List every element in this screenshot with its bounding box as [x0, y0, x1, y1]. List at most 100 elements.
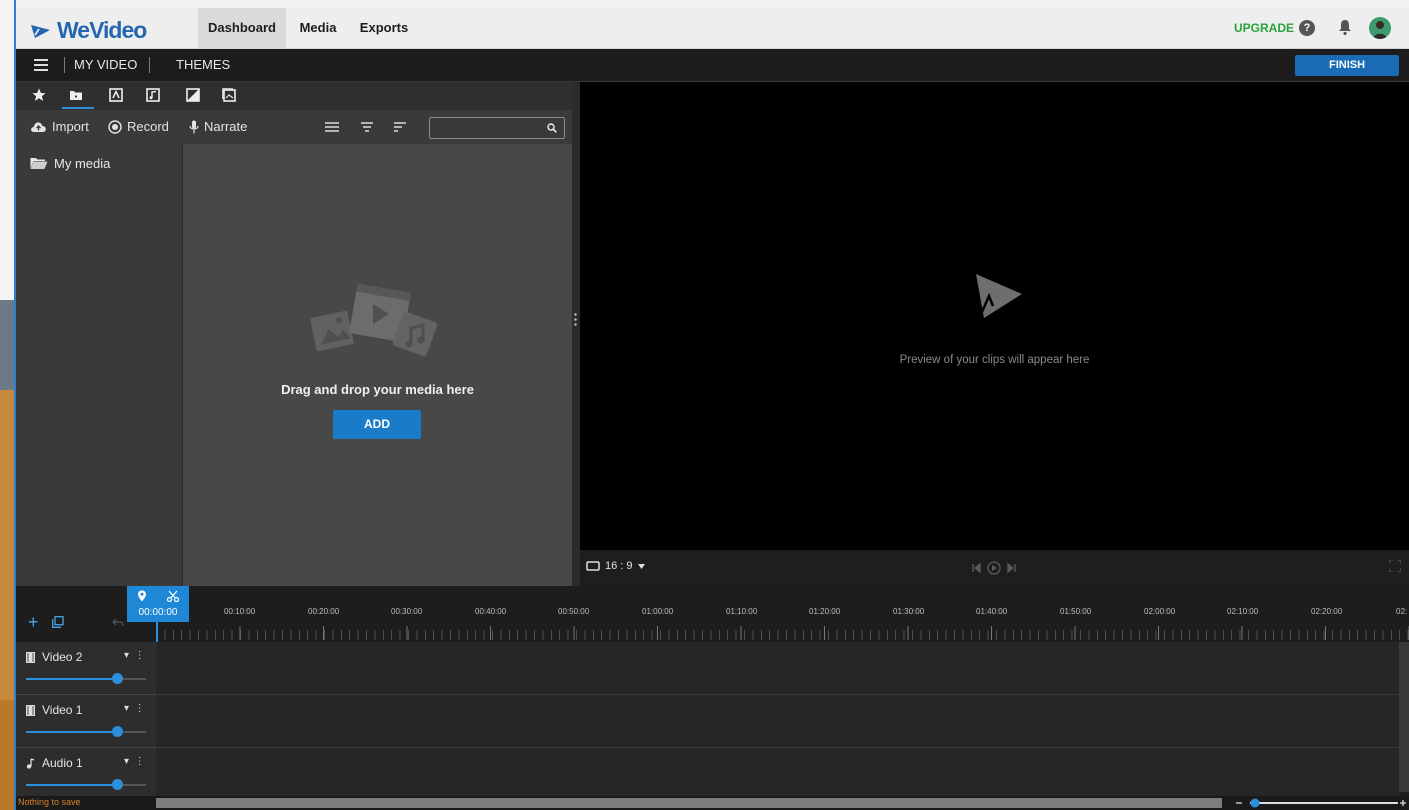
divider [149, 57, 150, 73]
ruler-tick-label: 00:30:00 [391, 607, 423, 616]
ruler-tick-label: 01:50:00 [1060, 607, 1092, 616]
drop-instructions: Drag and drop your media here [281, 382, 474, 397]
track-menu[interactable]: ▾ ⋮ [124, 650, 145, 661]
playhead-time: 00:00:00 [138, 607, 178, 618]
themes-tab[interactable]: THEMES [176, 49, 230, 81]
undo-icon[interactable] [112, 618, 124, 628]
track-label: Audio 1 [42, 756, 83, 770]
track-header-video-1: Video 1 ▾ ⋮ [16, 695, 156, 748]
ruler-tick-label: 00:10:00 [224, 607, 256, 616]
user-avatar[interactable] [1369, 17, 1391, 39]
track-header-video-2: Video 2 ▾ ⋮ [16, 642, 156, 695]
ruler-tick-label: 02:20:00 [1311, 607, 1343, 616]
ruler-tick-label: 02: [1396, 607, 1408, 616]
import-button[interactable]: Import [30, 110, 89, 144]
timeline-vertical-scrollbar[interactable] [1399, 642, 1409, 792]
media-category-tabs [16, 82, 572, 110]
timeline-horizontal-scrollbar[interactable] [156, 798, 1222, 808]
ruler-tick-label: 00:20:00 [308, 607, 340, 616]
my-video-title[interactable]: MY VIDEO [74, 49, 137, 81]
wevideo-editor: WeVideo Dashboard Media Exports UPGRADE … [16, 8, 1409, 810]
ruler-tick-label: 01:30:00 [893, 607, 925, 616]
music-icon[interactable] [146, 88, 160, 102]
text-icon[interactable] [109, 88, 123, 102]
transport-controls [972, 561, 1022, 578]
track-menu[interactable]: ▾ ⋮ [124, 703, 145, 714]
my-media-folder-icon[interactable] [69, 88, 83, 102]
transitions-icon[interactable] [186, 88, 200, 102]
tab-dashboard[interactable]: Dashboard [198, 8, 286, 48]
aspect-ratio-icon [586, 561, 600, 571]
list-view-icon[interactable] [325, 121, 339, 133]
playhead-marker[interactable]: 00:00:00 [127, 586, 189, 622]
divider [64, 57, 65, 73]
ruler-tick-label: 01:40:00 [976, 607, 1008, 616]
track-volume-slider[interactable] [26, 779, 146, 790]
search-icon [547, 123, 557, 133]
narrate-button[interactable]: Narrate [189, 110, 247, 144]
media-illustration-icon [311, 283, 438, 357]
help-icon[interactable]: ? [1299, 20, 1315, 36]
tab-exports[interactable]: Exports [350, 8, 418, 48]
pin-icon[interactable] [137, 590, 147, 602]
record-label: Record [127, 119, 169, 134]
ruler-tick-label: 01:10:00 [726, 607, 758, 616]
media-toolbar: Import Record Narrate [16, 110, 572, 144]
track-header-audio-1: Audio 1 ▾ ⋮ [16, 748, 156, 801]
duplicate-icon[interactable] [52, 616, 64, 628]
tab-media[interactable]: Media [286, 8, 350, 48]
notification-bell-icon[interactable] [1337, 18, 1353, 36]
music-note-icon [26, 757, 35, 769]
chevron-down-icon [637, 563, 645, 569]
time-ruler[interactable]: 00:10:00 00:20:00 00:30:00 00:40:00 00:5… [156, 586, 1409, 642]
ruler-tick-label: 00:40:00 [475, 607, 507, 616]
upgrade-link[interactable]: UPGRADE [1234, 8, 1294, 48]
top-navigation: WeVideo Dashboard Media Exports UPGRADE … [16, 8, 1409, 49]
star-icon[interactable] [32, 88, 46, 102]
cloud-upload-icon [31, 122, 46, 132]
media-drop-zone[interactable]: Drag and drop your media here ADD [183, 144, 572, 586]
track-lane-video-1[interactable] [156, 695, 1399, 748]
hamburger-menu-icon[interactable] [34, 59, 48, 74]
ruler-major-ticks [156, 626, 1409, 640]
finish-button[interactable]: FINISH [1295, 55, 1399, 76]
track-name: Video 1 [26, 703, 82, 717]
track-label: Video 1 [42, 703, 83, 717]
timeline: + 00:10:00 00:20:00 00:30:00 00:40:00 00… [16, 586, 1409, 810]
narrate-label: Narrate [204, 119, 248, 134]
track-name: Audio 1 [26, 756, 83, 770]
preview-controls: 16 : 9 [580, 550, 1409, 586]
add-track-icon[interactable]: + [28, 612, 39, 633]
wevideo-logo[interactable]: WeVideo [30, 17, 147, 44]
avatar-image [1373, 21, 1387, 39]
status-bar: Nothing to save [16, 796, 1409, 810]
track-lane-video-2[interactable] [156, 642, 1399, 695]
filter-icon[interactable] [361, 121, 373, 133]
active-tab-indicator [62, 107, 94, 109]
grip-dots-icon [574, 312, 577, 326]
track-name: Video 2 [26, 650, 82, 664]
track-label: Video 2 [42, 650, 83, 664]
wevideo-play-logo-icon [976, 274, 1022, 318]
ruler-tick-label: 01:00:00 [642, 607, 674, 616]
aspect-ratio-select[interactable]: 16 : 9 [586, 560, 645, 572]
add-media-button[interactable]: ADD [333, 410, 421, 439]
track-menu[interactable]: ▾ ⋮ [124, 756, 145, 767]
folder-my-media[interactable]: My media [30, 156, 110, 171]
ruler-tick-label: 01:20:00 [809, 607, 841, 616]
save-status: Nothing to save [18, 797, 81, 807]
track-lane-audio-1[interactable] [156, 748, 1399, 801]
sort-icon[interactable] [394, 121, 406, 133]
images-icon[interactable] [222, 88, 236, 102]
zoom-slider[interactable] [1234, 798, 1406, 808]
media-search-input[interactable] [429, 117, 565, 139]
ruler-tick-label: 00:50:00 [558, 607, 590, 616]
fullscreen-icon[interactable] [1389, 560, 1401, 572]
scissors-icon[interactable] [167, 590, 179, 602]
logo-play-icon [31, 24, 50, 38]
record-button[interactable]: Record [108, 110, 169, 144]
film-icon [26, 651, 35, 663]
track-volume-slider[interactable] [26, 726, 146, 737]
panel-resize-handle[interactable] [572, 82, 580, 586]
track-volume-slider[interactable] [26, 673, 146, 684]
